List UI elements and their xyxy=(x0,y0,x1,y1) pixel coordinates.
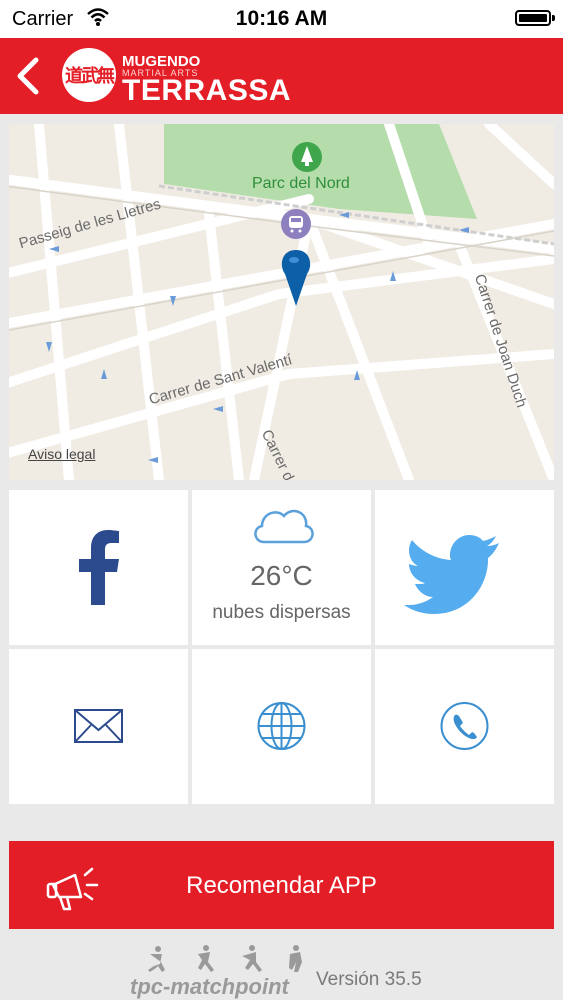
app-version: Versión 35.5 xyxy=(316,969,422,990)
weather-temperature: 26°C xyxy=(250,560,313,591)
logo-glyphs: 道武無 xyxy=(65,66,115,87)
status-time: 10:16 AM xyxy=(235,7,328,30)
phone-icon xyxy=(440,702,489,750)
twitter-icon xyxy=(404,535,499,614)
map-park-label: Parc del Nord xyxy=(252,175,350,192)
cloud-icon xyxy=(254,509,314,544)
nav-bar: 道武無 MUGENDO MARTIAL ARTS TERRASSA xyxy=(0,38,563,114)
phone-tile[interactable] xyxy=(375,649,554,804)
email-tile[interactable] xyxy=(9,649,188,804)
back-button[interactable] xyxy=(12,56,46,96)
twitter-tile[interactable] xyxy=(375,490,554,645)
envelope-icon xyxy=(74,709,123,743)
tpc-matchpoint-logo: tpc-matchpoint xyxy=(128,944,318,1000)
globe-icon xyxy=(257,702,306,750)
weather-description: nubes dispersas xyxy=(212,602,351,623)
web-tile[interactable] xyxy=(192,649,371,804)
chevron-left-icon xyxy=(17,57,39,95)
recommend-app-button[interactable]: Recomendar APP xyxy=(9,841,554,929)
weather-tile: 26°C nubes dispersas xyxy=(192,490,371,645)
map-legal-link[interactable]: Aviso legal xyxy=(28,446,95,462)
status-bar: Carrier 10:16 AM xyxy=(0,0,563,38)
facebook-icon xyxy=(79,530,119,605)
tennis-players-icon xyxy=(148,945,302,972)
page-title: TERRASSA xyxy=(122,74,292,107)
brand-logo: 道武無 xyxy=(62,48,116,102)
battery-icon xyxy=(515,10,555,26)
map-view[interactable]: Parc del Nord Passeig de les Lletres Car… xyxy=(9,124,554,480)
footer-logo-text: tpc-matchpoint xyxy=(130,974,289,999)
recommend-app-label: Recomendar APP xyxy=(186,872,377,899)
facebook-tile[interactable] xyxy=(9,490,188,645)
